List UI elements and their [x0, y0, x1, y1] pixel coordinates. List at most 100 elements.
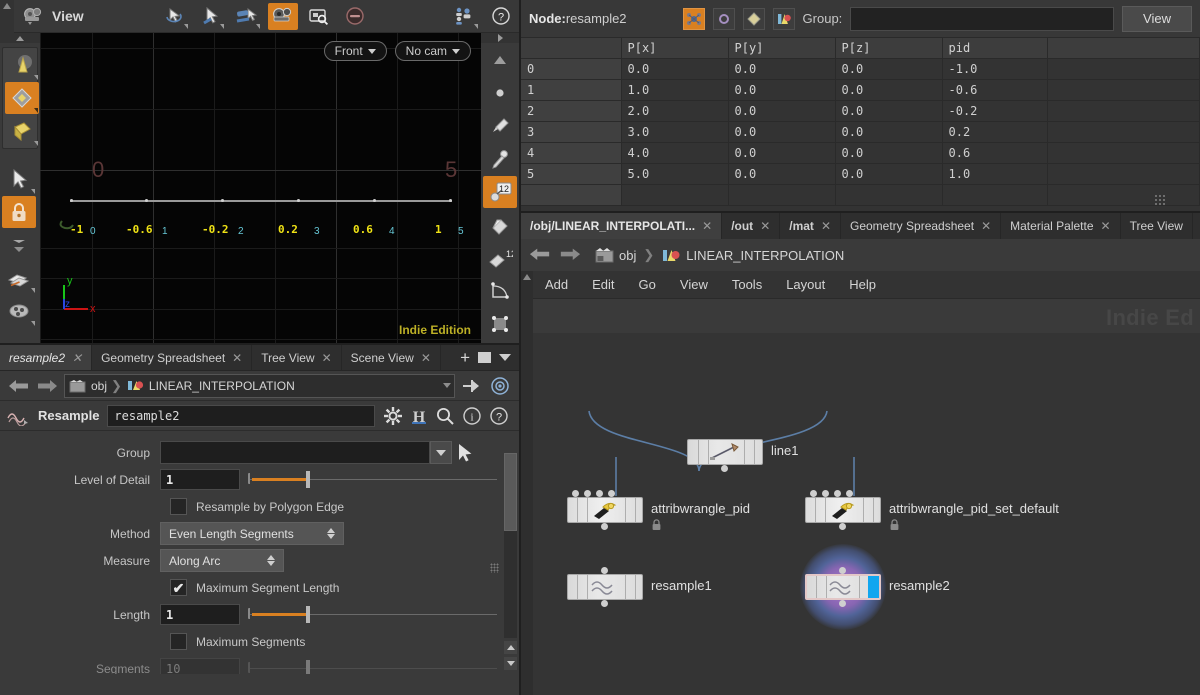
- node-input-connector[interactable]: [846, 490, 853, 497]
- path-field[interactable]: obj ❯ LINEAR_INTERPOLATION: [64, 373, 455, 398]
- horizontal-divider-right[interactable]: [521, 211, 1200, 213]
- tumble-tool-button[interactable]: [160, 3, 190, 30]
- node-output-connector[interactable]: [839, 600, 846, 607]
- close-icon[interactable]: ✕: [702, 219, 712, 233]
- primitive-number-button[interactable]: 12: [483, 242, 517, 274]
- curve-display-button[interactable]: [483, 275, 517, 307]
- camera-tool-button[interactable]: [268, 2, 299, 30]
- node-input-connector[interactable]: [810, 490, 817, 497]
- node-attribwrangle-pid[interactable]: attribwrangle_pid: [567, 490, 750, 530]
- node-input-connector[interactable]: [834, 490, 841, 497]
- scroll-down-button[interactable]: [504, 657, 517, 670]
- disable-tool-button[interactable]: [340, 3, 370, 30]
- node-input-connector[interactable]: [822, 490, 829, 497]
- node-body[interactable]: [567, 497, 643, 523]
- forward-button[interactable]: [559, 245, 581, 265]
- select-objects-button[interactable]: [5, 49, 39, 81]
- length-input[interactable]: 1: [160, 604, 240, 625]
- back-button[interactable]: [529, 245, 551, 265]
- lod-slider[interactable]: [248, 469, 497, 490]
- viewport-view-menu[interactable]: View: [22, 6, 84, 26]
- viewport-camera-selector[interactable]: No cam: [394, 41, 471, 61]
- tab-geometry-spreadsheet[interactable]: Geometry Spreadsheet ✕: [841, 213, 1002, 239]
- primitives-mode-button[interactable]: [742, 7, 765, 30]
- spreadsheet-resize-grip[interactable]: [1154, 194, 1166, 206]
- display-options-button[interactable]: [450, 3, 480, 30]
- breadcrumb-obj[interactable]: obj: [595, 247, 636, 263]
- tab-geometry-spreadsheet[interactable]: Geometry Spreadsheet ✕: [92, 345, 253, 370]
- node-input-connector[interactable]: [608, 490, 615, 497]
- pin-button[interactable]: [461, 376, 483, 396]
- film-tool-button[interactable]: [2, 295, 36, 327]
- tab-resample2[interactable]: resample2 ✕: [0, 345, 93, 370]
- chevron-down-icon[interactable]: [443, 383, 451, 388]
- resample-by-polygon-edge-checkbox[interactable]: [170, 498, 187, 515]
- pane-menu-button[interactable]: [499, 354, 511, 361]
- bbox-display-button[interactable]: [483, 308, 517, 340]
- col-pz[interactable]: P[z]: [835, 38, 943, 59]
- table-row[interactable]: 0 0.0 0.0 0.0 -1.0: [521, 58, 1200, 80]
- menu-help[interactable]: Help: [837, 271, 888, 299]
- eyedropper-tool-button[interactable]: [483, 143, 517, 175]
- table-row[interactable]: 4 4.0 0.0 0.0 0.6: [521, 142, 1200, 164]
- close-icon[interactable]: ✕: [1101, 219, 1111, 233]
- breadcrumb-current[interactable]: LINEAR_INTERPOLATION: [126, 378, 295, 393]
- help-button[interactable]: ?: [486, 3, 516, 30]
- menu-tools[interactable]: Tools: [720, 271, 774, 299]
- left-toolbar-scroll-up[interactable]: [0, 33, 40, 43]
- node-output-connector[interactable]: [601, 523, 608, 530]
- lock-tool-button[interactable]: [2, 196, 36, 228]
- tab-tree-view[interactable]: Tree View ✕: [252, 345, 342, 370]
- target-button[interactable]: [489, 376, 511, 396]
- node-body[interactable]: [805, 574, 881, 600]
- close-icon[interactable]: ✕: [981, 219, 991, 233]
- node-output-connector[interactable]: [601, 600, 608, 607]
- panel-resize-grip[interactable]: [490, 563, 499, 573]
- measure-menu[interactable]: Along Arc: [160, 549, 284, 572]
- paint-tool-button[interactable]: [483, 110, 517, 142]
- col-px[interactable]: P[x]: [621, 38, 729, 59]
- lod-input[interactable]: 1: [160, 469, 240, 490]
- group-dropdown-button[interactable]: [430, 441, 452, 464]
- display-flag[interactable]: [868, 576, 879, 598]
- select-box-button[interactable]: [5, 115, 39, 147]
- info-icon[interactable]: i: [462, 406, 482, 426]
- close-icon[interactable]: ✕: [421, 351, 431, 365]
- table-row[interactable]: 5 5.0 0.0 0.0 1.0: [521, 163, 1200, 185]
- toolbar-drag-handle[interactable]: [0, 0, 14, 33]
- method-menu[interactable]: Even Length Segments: [160, 522, 344, 545]
- node-line1[interactable]: line1: [687, 439, 798, 472]
- handle-tool-button[interactable]: [2, 229, 36, 261]
- max-segment-length-checkbox[interactable]: ✔: [170, 579, 187, 596]
- point-number-display-button[interactable]: 12: [483, 176, 517, 208]
- point-select-up-button[interactable]: [483, 44, 517, 76]
- parameter-scrollbar[interactable]: [504, 437, 517, 670]
- gear-icon[interactable]: [383, 406, 403, 426]
- node-output-connector[interactable]: [721, 465, 728, 472]
- viewport-view-selector[interactable]: Front: [323, 41, 387, 61]
- search-icon[interactable]: [435, 406, 455, 426]
- table-row[interactable]: 1 1.0 0.0 0.0 -0.6: [521, 79, 1200, 101]
- back-button[interactable]: [8, 376, 30, 396]
- node-body[interactable]: [687, 439, 763, 465]
- tab-scene-view[interactable]: Scene View ✕: [341, 345, 441, 370]
- viewport-canvas[interactable]: 0 5 -1 -0.6 -0.2 0.2 0.6 1 0 1 2 3 4 5 y…: [40, 33, 481, 345]
- right-toolbar-scroll[interactable]: [481, 33, 519, 43]
- group-input[interactable]: [160, 441, 430, 464]
- add-tab-button[interactable]: +: [460, 349, 470, 366]
- length-slider[interactable]: [248, 604, 497, 625]
- points-mode-button[interactable]: [682, 7, 705, 30]
- segments-input[interactable]: 10: [160, 658, 240, 674]
- detail-mode-button[interactable]: [772, 7, 795, 30]
- table-row[interactable]: 3 3.0 0.0 0.0 0.2: [521, 121, 1200, 143]
- segments-slider[interactable]: [248, 658, 497, 674]
- menu-edit[interactable]: Edit: [580, 271, 626, 299]
- vertical-divider[interactable]: [519, 0, 521, 695]
- breadcrumb-current[interactable]: LINEAR_INTERPOLATION: [661, 247, 844, 264]
- node-input-connector[interactable]: [839, 567, 846, 574]
- node-input-connector[interactable]: [572, 490, 579, 497]
- col-py[interactable]: P[y]: [728, 38, 836, 59]
- menu-layout[interactable]: Layout: [774, 271, 837, 299]
- node-body[interactable]: [805, 497, 881, 523]
- scroll-up-button[interactable]: [504, 641, 517, 654]
